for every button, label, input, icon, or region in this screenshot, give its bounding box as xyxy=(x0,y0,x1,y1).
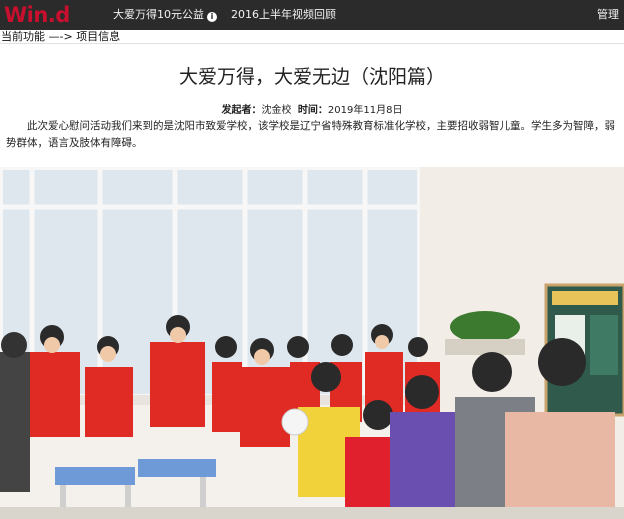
breadcrumb-arrow: —-> xyxy=(48,30,73,43)
article-title: 大爱万得，大爱无边（沈阳篇） xyxy=(178,66,445,88)
initiator-label: 发起者： xyxy=(221,105,262,116)
top-navigation-bar: Win.d 大爱万得10元公益 i 2016上半年视频回顾 管理 xyxy=(0,0,624,30)
initiator-name: 沈金校 xyxy=(261,105,292,116)
article-body: 此次爱心慰问活动我们来到的是沈阳市致爱学校，该学校是辽宁省特殊教育标准化学校，主… xyxy=(6,120,615,149)
info-icon: i xyxy=(207,12,217,22)
breadcrumb: 当前功能 —-> 项目信息 xyxy=(0,30,624,44)
breadcrumb-current-label: 当前功能 xyxy=(1,30,45,43)
event-photo xyxy=(0,167,624,519)
admin-link[interactable]: 管理 xyxy=(597,0,619,30)
time-label: 时间： xyxy=(297,105,328,116)
nav-charity-link[interactable]: 大爱万得10元公益 i xyxy=(113,0,217,30)
logo[interactable]: Win.d xyxy=(4,2,70,28)
article-date: 2019年11月8日 xyxy=(327,105,403,116)
nav-video-review-link[interactable]: 2016上半年视频回顾 xyxy=(231,0,336,30)
breadcrumb-page: 项目信息 xyxy=(76,30,121,43)
article-meta: 发起者：沈金校 时间：2019年11月8日 xyxy=(0,101,624,116)
nav-charity-label[interactable]: 大爱万得10元公益 xyxy=(113,8,204,21)
